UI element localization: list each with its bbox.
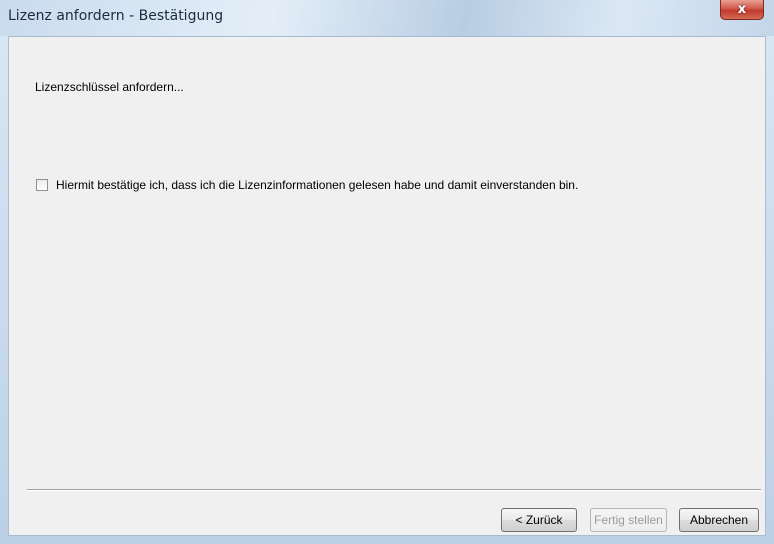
confirm-checkbox-label[interactable]: Hiermit bestätige ich, dass ich die Lize… [56, 178, 578, 192]
cancel-button[interactable]: Abbrechen [679, 508, 759, 532]
dialog-window: Lizenz anfordern - Bestätigung x Lizenzs… [0, 0, 774, 544]
finish-button[interactable]: Fertig stellen [590, 508, 667, 532]
title-bar[interactable]: Lizenz anfordern - Bestätigung x [0, 0, 774, 36]
confirm-checkbox-row[interactable]: Hiermit bestätige ich, dass ich die Lize… [36, 178, 578, 192]
footer-divider [27, 489, 761, 491]
back-button[interactable]: < Zurück [501, 508, 577, 532]
page-heading: Lizenzschlüssel anfordern... [35, 80, 184, 94]
window-title: Lizenz anfordern - Bestätigung [8, 8, 224, 24]
close-button[interactable]: x [720, 0, 764, 20]
close-icon: x [737, 2, 747, 17]
dialog-content: Lizenzschlüssel anfordern... Hiermit bes… [8, 36, 766, 536]
confirm-checkbox[interactable] [36, 179, 48, 191]
